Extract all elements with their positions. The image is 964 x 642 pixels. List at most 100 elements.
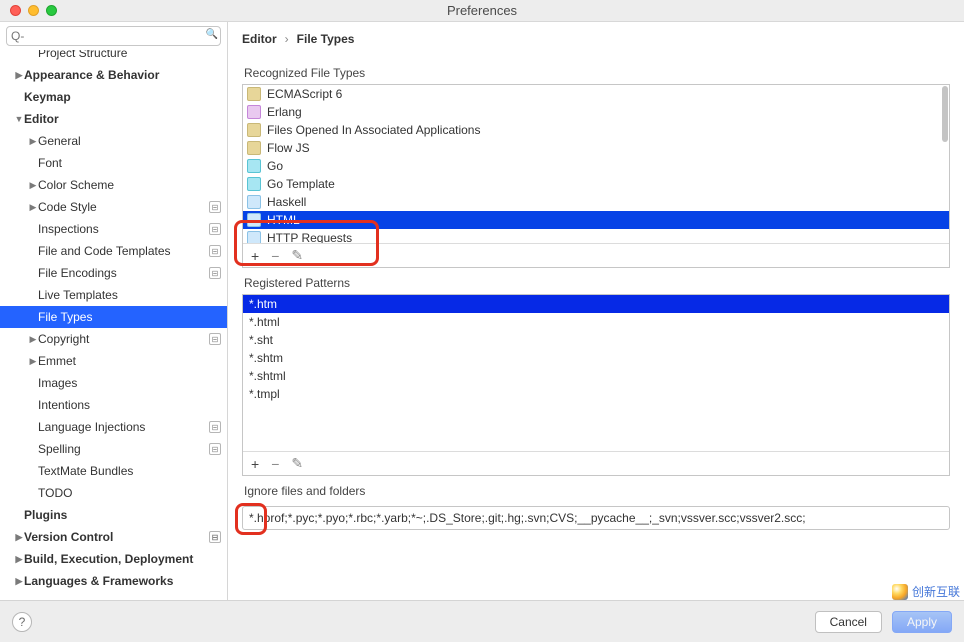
edit-filetype-button[interactable]: ✎	[291, 247, 303, 264]
project-level-badge-icon: ⊟	[209, 223, 221, 235]
sidebar-item[interactable]: Intentions	[0, 394, 227, 416]
search-input[interactable]	[6, 26, 221, 46]
pattern-label: *.html	[249, 315, 280, 329]
project-level-badge-icon: ⊟	[209, 245, 221, 257]
filetype-icon	[247, 87, 261, 101]
sidebar-item[interactable]: Project Structure	[0, 50, 227, 64]
filetype-row[interactable]: ECMAScript 6	[243, 85, 949, 103]
sidebar-item[interactable]: File Encodings⊟	[0, 262, 227, 284]
maximize-icon[interactable]	[46, 5, 57, 16]
filetype-label: Erlang	[267, 105, 302, 119]
sidebar-item[interactable]: Images	[0, 372, 227, 394]
sidebar-item[interactable]: ▶Color Scheme	[0, 174, 227, 196]
remove-pattern-button[interactable]: −	[271, 456, 279, 472]
sidebar-item[interactable]: ▶Version Control⊟	[0, 526, 227, 548]
sidebar-item-label: Languages & Frameworks	[24, 574, 221, 588]
tree-caret-icon: ▶	[28, 180, 38, 191]
filetype-label: Go	[267, 159, 283, 173]
apply-button[interactable]: Apply	[892, 611, 952, 633]
filetype-row[interactable]: Go	[243, 157, 949, 175]
help-button[interactable]: ?	[12, 612, 32, 632]
tree-caret-icon: ▶	[14, 532, 24, 543]
sidebar-item[interactable]: Language Injections⊟	[0, 416, 227, 438]
titlebar: Preferences	[0, 0, 964, 22]
pattern-row[interactable]: *.sht	[243, 331, 949, 349]
sidebar-item[interactable]: Spelling⊟	[0, 438, 227, 460]
window-controls	[10, 5, 57, 16]
sidebar-item[interactable]: ▶Code Style⊟	[0, 196, 227, 218]
filetype-label: Go Template	[267, 177, 335, 191]
sidebar-item-label: Editor	[24, 112, 221, 126]
sidebar-item[interactable]: Keymap	[0, 86, 227, 108]
filetype-row[interactable]: Flow JS	[243, 139, 949, 157]
pattern-label: *.shtml	[249, 369, 286, 383]
recognized-label: Recognized File Types	[244, 66, 950, 80]
pattern-row[interactable]: *.html	[243, 313, 949, 331]
footer: ? Cancel Apply	[0, 600, 964, 642]
watermark-icon	[892, 584, 908, 600]
add-pattern-button[interactable]: +	[251, 456, 259, 472]
crumb-sep: ›	[285, 32, 289, 46]
scrollbar-thumb[interactable]	[942, 86, 948, 142]
filetype-row[interactable]: Files Opened In Associated Applications	[243, 121, 949, 139]
sidebar-item[interactable]: ▶Build, Execution, Deployment	[0, 548, 227, 570]
edit-pattern-button[interactable]: ✎	[291, 455, 303, 472]
main-area: 🔍 Project Structure▶Appearance & Behavio…	[0, 22, 964, 600]
close-icon[interactable]	[10, 5, 21, 16]
sidebar-item-label: File Encodings	[38, 266, 209, 280]
filetype-row[interactable]: Haskell	[243, 193, 949, 211]
crumb-editor[interactable]: Editor	[242, 32, 277, 46]
filetypes-list[interactable]: ECMAScript 6 Erlang Files Opened In Associ…	[243, 85, 949, 243]
pattern-row[interactable]: *.tmpl	[243, 385, 949, 403]
pattern-row[interactable]: *.shtml	[243, 367, 949, 385]
filetype-icon	[247, 105, 261, 119]
sidebar-item[interactable]: File Types	[0, 306, 227, 328]
filetype-row[interactable]: Go Template	[243, 175, 949, 193]
sidebar-item[interactable]: File and Code Templates⊟	[0, 240, 227, 262]
search-icon: 🔍	[206, 29, 218, 40]
sidebar-item-label: Build, Execution, Deployment	[24, 552, 221, 566]
remove-filetype-button[interactable]: −	[271, 248, 279, 264]
filetype-icon	[247, 177, 261, 191]
sidebar-item[interactable]: ▼Editor	[0, 108, 227, 130]
add-filetype-button[interactable]: +	[251, 248, 259, 264]
sidebar-item[interactable]: ▶General	[0, 130, 227, 152]
sidebar-item[interactable]: Font	[0, 152, 227, 174]
ignore-input[interactable]	[242, 506, 950, 530]
filetype-row[interactable]: HTML	[243, 211, 949, 229]
sidebar-item[interactable]: TextMate Bundles	[0, 460, 227, 482]
filetype-row[interactable]: Erlang	[243, 103, 949, 121]
filetype-label: Files Opened In Associated Applications	[267, 123, 480, 137]
watermark: 创新互联	[892, 583, 960, 600]
sidebar-item[interactable]: ▶Copyright⊟	[0, 328, 227, 350]
pattern-row[interactable]: *.htm	[243, 295, 949, 313]
sidebar-item-label: General	[38, 134, 221, 148]
pattern-label: *.htm	[249, 297, 277, 311]
sidebar-item-label: Copyright	[38, 332, 209, 346]
sidebar-item-label: Version Control	[24, 530, 209, 544]
window-title: Preferences	[447, 3, 517, 18]
sidebar-item[interactable]: Inspections⊟	[0, 218, 227, 240]
tree-caret-icon: ▶	[28, 136, 38, 147]
pattern-label: *.sht	[249, 333, 273, 347]
sidebar-item[interactable]: Plugins	[0, 504, 227, 526]
patterns-list[interactable]: *.htm *.html *.sht *.shtm *.shtml *.tmpl	[243, 295, 949, 451]
patterns-box: *.htm*.html*.sht*.shtm*.shtml*.tmpl + − …	[242, 294, 950, 476]
sidebar-item[interactable]: TODO	[0, 482, 227, 504]
search-wrap: 🔍	[0, 22, 227, 50]
breadcrumb: Editor › File Types	[242, 32, 950, 46]
filetype-row[interactable]: HTTP Requests	[243, 229, 949, 243]
settings-tree[interactable]: Project Structure▶Appearance & BehaviorK…	[0, 50, 227, 600]
pattern-row[interactable]: *.shtm	[243, 349, 949, 367]
tree-caret-icon: ▶	[28, 334, 38, 345]
minimize-icon[interactable]	[28, 5, 39, 16]
sidebar-item-label: Live Templates	[38, 288, 221, 302]
sidebar-item[interactable]: ▶Emmet	[0, 350, 227, 372]
crumb-filetypes: File Types	[297, 32, 355, 46]
tree-caret-icon: ▶	[14, 70, 24, 81]
cancel-button[interactable]: Cancel	[815, 611, 882, 633]
sidebar-item[interactable]: ▶Appearance & Behavior	[0, 64, 227, 86]
project-level-badge-icon: ⊟	[209, 333, 221, 345]
sidebar-item[interactable]: ▶Languages & Frameworks	[0, 570, 227, 592]
sidebar-item[interactable]: Live Templates	[0, 284, 227, 306]
